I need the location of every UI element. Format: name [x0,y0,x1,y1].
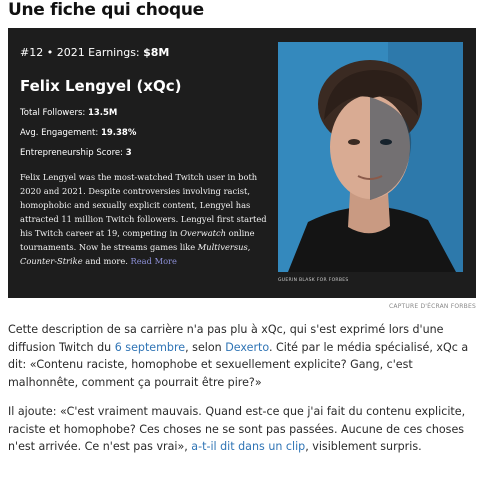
article-paragraph-2: Il ajoute: «C'est vraiment mauvais. Quan… [8,403,476,456]
bio-game-multiversus: Multiversus [197,242,248,252]
entrepreneurship-stat: Entrepreneurship Score: 3 [20,148,270,158]
bio-game-counter-strike: Counter-Strike [20,256,83,266]
engagement-value: 19.38% [100,128,137,138]
score-label: Entrepreneurship Score: [20,148,126,158]
bio-game-overwatch: Overwatch [180,228,226,238]
portrait-illustration [278,42,463,272]
profile-text: #12 • 2021 Earnings: $8M Felix Lengyel (… [20,46,270,268]
read-more-link[interactable]: Read More [131,256,177,266]
followers-stat: Total Followers: 13.5M [20,108,270,118]
paragraph-1-text-2: , selon [185,340,226,354]
date-link[interactable]: 6 septembre [115,341,185,354]
clip-link[interactable]: a-t-il dit dans un clip [191,440,305,453]
image-caption: CAPTURE D'ÉCRAN FORBES [389,303,476,310]
rank-earnings-line: #12 • 2021 Earnings: $8M [20,46,270,59]
earnings-value: $8M [143,46,170,59]
engagement-label: Avg. Engagement: [20,128,101,138]
engagement-stat: Avg. Engagement: 19.38% [20,128,270,138]
bio-text-4: and more. [82,256,131,266]
score-value: 3 [125,148,132,158]
article-paragraph-1: Cette description de sa carrière n'a pas… [8,321,476,391]
paragraph-2-text-2: , visiblement surpris. [305,440,422,453]
followers-label: Total Followers: [20,108,88,118]
profile-bio: Felix Lengyel was the most-watched Twitc… [20,170,270,268]
bio-text-3: , [247,242,251,252]
profile-name: Felix Lengyel (xQc) [20,77,182,95]
headline: Une fiche qui choque [8,0,204,20]
followers-value: 13.5M [87,108,118,118]
rank-label: #12 • 2021 Earnings: [20,46,144,59]
forbes-profile-card: #12 • 2021 Earnings: $8M Felix Lengyel (… [8,28,476,298]
source-link[interactable]: Dexerto [225,341,269,354]
photo-credit: GUERIN BLASK FOR FORBES [278,278,349,283]
portrait-photo [278,42,463,272]
